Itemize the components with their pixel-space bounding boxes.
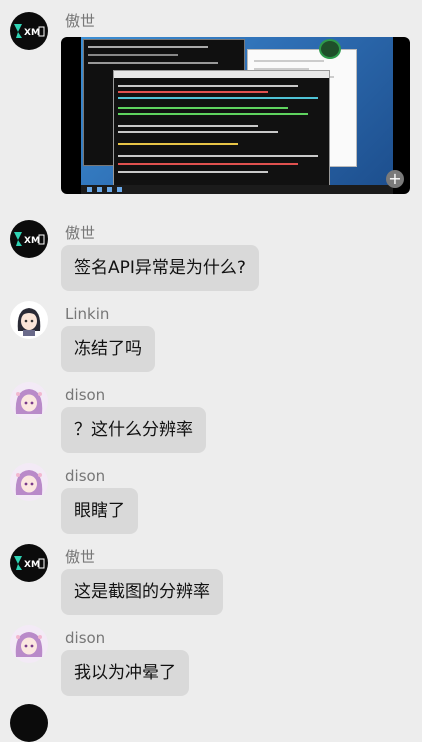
svg-text:XM: XM <box>24 560 40 570</box>
message-bubble[interactable]: 眼瞎了 <box>61 488 138 534</box>
message-5: dison 眼瞎了 <box>0 463 422 537</box>
message-bubble[interactable]: 冻结了吗 <box>61 326 155 372</box>
anime-girl-dark-hair-avatar[interactable] <box>10 301 48 339</box>
xm-logo-avatar[interactable]: XM <box>10 544 48 582</box>
taskbar <box>81 185 393 194</box>
sender-name: 傲世 <box>65 548 96 566</box>
message-2: XM 傲世 签名API异常是为什么? <box>0 220 422 294</box>
message-bubble[interactable]: ？这什么分辨率 <box>61 407 206 453</box>
message-bubble[interactable]: 我以为冲晕了 <box>61 650 189 696</box>
anime-girl-purple-hair-avatar[interactable] <box>10 382 48 420</box>
svg-text:XM: XM <box>24 236 40 246</box>
console-window-front <box>113 70 330 187</box>
screenshot-image[interactable]: + <box>61 37 410 194</box>
message-bubble[interactable]: 签名API异常是为什么? <box>61 245 259 291</box>
anime-girl-purple-hair-avatar[interactable] <box>10 463 48 501</box>
svg-text:XM: XM <box>24 28 40 38</box>
message-4: dison ？这什么分辨率 <box>0 382 422 456</box>
sender-name: 傲世 <box>65 12 96 30</box>
status-badge-icon <box>319 39 341 59</box>
message-3: Linkin 冻结了吗 <box>0 301 422 375</box>
sender-name: dison <box>65 467 106 485</box>
sender-name: dison <box>65 629 106 647</box>
message-6: XM 傲世 这是截图的分辨率 <box>0 544 422 618</box>
sender-name: dison <box>65 386 106 404</box>
xm-logo-avatar[interactable]: XM <box>10 12 48 50</box>
message-1: XM 傲世 + <box>0 12 422 198</box>
xm-logo-avatar[interactable] <box>10 704 48 742</box>
anime-girl-purple-hair-avatar[interactable] <box>10 625 48 663</box>
message-7: dison 我以为冲晕了 <box>0 625 422 699</box>
xm-logo-avatar[interactable]: XM <box>10 220 48 258</box>
message-bubble[interactable]: 这是截图的分辨率 <box>61 569 223 615</box>
sender-name: 傲世 <box>65 224 96 242</box>
sender-name: Linkin <box>65 305 110 323</box>
plus-icon[interactable]: + <box>386 170 404 188</box>
